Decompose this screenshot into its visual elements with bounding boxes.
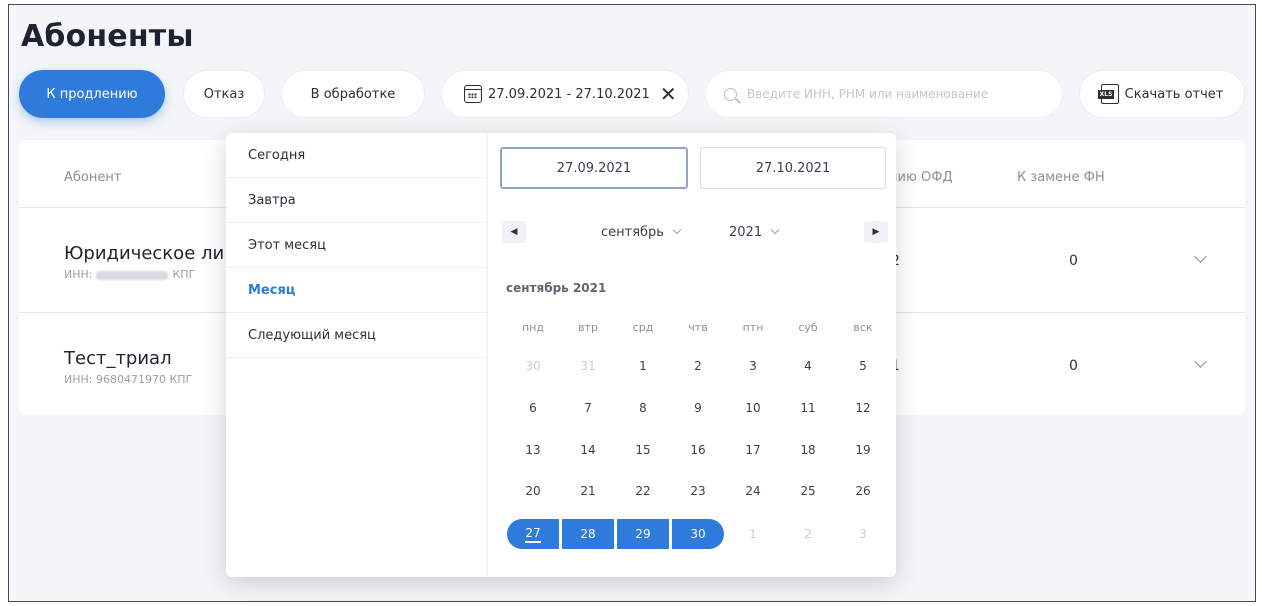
weekday-label: вск (853, 321, 873, 334)
calendar-day[interactable]: 23 (672, 476, 724, 506)
calendar-day[interactable]: 4 (782, 351, 834, 381)
row-subscriber-name[interactable]: Юридическое ли (64, 243, 224, 264)
calendar-day[interactable]: 6 (507, 393, 559, 423)
search-input[interactable]: Введите ИНН, РНМ или наименование (705, 70, 1063, 118)
filter-toolbar: К продлению Отказ В обработке 27.09.2021… (19, 70, 1249, 118)
tab-renewal[interactable]: К продлению (19, 70, 165, 118)
preset-next-month[interactable]: Следующий месяц (226, 313, 488, 358)
calendar-day[interactable]: 30 (507, 351, 559, 381)
calendar-day[interactable]: 5 (837, 351, 889, 381)
expand-row-icon[interactable] (1194, 250, 1207, 263)
calendar-day[interactable]: 31 (562, 351, 614, 381)
calendar-day[interactable]: 29 (617, 519, 669, 549)
column-header-fn: К замене ФН (1017, 170, 1105, 185)
chevron-down-icon (672, 225, 682, 235)
preset-this-month[interactable]: Этот месяц (226, 223, 488, 268)
search-icon (724, 87, 737, 101)
calendar-day[interactable]: 15 (617, 435, 669, 465)
calendar-day[interactable]: 10 (727, 393, 779, 423)
weekday-label: птн (742, 321, 764, 334)
calendar-day[interactable]: 2 (782, 519, 834, 549)
date-range-picker[interactable]: 27.09.2021 - 27.10.2021 ✕ (441, 70, 689, 118)
weekday-label: чтв (688, 321, 708, 334)
xls-file-icon: XLS (1097, 84, 1119, 104)
calendar-day[interactable]: 9 (672, 393, 724, 423)
calendar-day[interactable]: 13 (507, 435, 559, 465)
calendar-day[interactable]: 24 (727, 476, 779, 506)
year-select[interactable]: 2021 (729, 225, 780, 240)
calendar-day[interactable]: 30 (672, 519, 724, 549)
calendar-day[interactable]: 17 (727, 435, 779, 465)
tab-refusal[interactable]: Отказ (183, 70, 265, 118)
download-report-label: Скачать отчет (1124, 86, 1224, 102)
weekday-label: пнд (522, 321, 544, 334)
date-picker-dropdown: Сегодня Завтра Этот месяц Месяц Следующи… (226, 133, 896, 577)
calendar-day[interactable]: 21 (562, 476, 614, 506)
date-to-input[interactable]: 27.10.2021 (700, 147, 886, 189)
calendar-day[interactable]: 19 (837, 435, 889, 465)
prev-month-button[interactable]: ◀ (502, 221, 526, 243)
tab-processing[interactable]: В обработке (281, 70, 425, 118)
weekday-label: срд (632, 321, 654, 334)
calendar-day[interactable]: 3 (727, 351, 779, 381)
row-subscriber-inn: ИНН: 9680471970 КПГ (64, 373, 193, 386)
preset-tomorrow[interactable]: Завтра (226, 178, 488, 223)
download-report-button[interactable]: XLS Скачать отчет (1079, 70, 1245, 118)
calendar-day[interactable]: 28 (562, 519, 614, 549)
month-select[interactable]: сентябрь (601, 225, 682, 240)
calendar-day[interactable]: 1 (727, 519, 779, 549)
weekday-label: втр (578, 321, 598, 334)
cropped-header-text: у подд (879, 5, 1079, 7)
date-from-input[interactable]: 27.09.2021 (500, 147, 688, 189)
search-placeholder: Введите ИНН, РНМ или наименование (747, 87, 989, 101)
calendar-day[interactable]: 11 (782, 393, 834, 423)
calendar-icon (464, 85, 482, 103)
weekday-label: суб (798, 321, 818, 334)
month-caption: сентябрь 2021 (506, 281, 607, 295)
calendar-day[interactable]: 2 (672, 351, 724, 381)
row-fn-value: 0 (1069, 358, 1078, 374)
calendar-day[interactable]: 1 (617, 351, 669, 381)
column-header-ofd: нию ОФД (889, 170, 953, 185)
column-header-subscriber: Абонент (64, 170, 122, 185)
calendar-day[interactable]: 7 (562, 393, 614, 423)
calendar-day[interactable]: 22 (617, 476, 669, 506)
calendar-day[interactable]: 16 (672, 435, 724, 465)
calendar-day[interactable]: 26 (837, 476, 889, 506)
preset-month[interactable]: Месяц (226, 268, 488, 313)
date-preset-list: Сегодня Завтра Этот месяц Месяц Следующи… (226, 133, 488, 577)
calendar-day[interactable]: 12 (837, 393, 889, 423)
row-subscriber-inn: ИНН: КПГ (64, 268, 196, 281)
expand-row-icon[interactable] (1194, 355, 1207, 368)
next-month-button[interactable]: ▶ (864, 221, 888, 243)
app-window: Абоненты К продлению Отказ В обработке 2… (8, 4, 1256, 602)
clear-date-icon[interactable]: ✕ (660, 84, 677, 104)
page-title: Абоненты (21, 19, 194, 54)
row-fn-value: 0 (1069, 253, 1078, 269)
calendar-day[interactable]: 8 (617, 393, 669, 423)
row-subscriber-name[interactable]: Тест_триал (64, 348, 172, 369)
calendar-day[interactable]: 27 (507, 519, 559, 549)
preset-today[interactable]: Сегодня (226, 133, 488, 178)
calendar-day[interactable]: 14 (562, 435, 614, 465)
date-range-value: 27.09.2021 - 27.10.2021 (488, 86, 650, 102)
redacted-inn (96, 270, 169, 280)
calendar-day[interactable]: 20 (507, 476, 559, 506)
calendar-day[interactable]: 18 (782, 435, 834, 465)
chevron-down-icon (770, 225, 780, 235)
calendar-day[interactable]: 25 (782, 476, 834, 506)
calendar-day[interactable]: 3 (837, 519, 889, 549)
